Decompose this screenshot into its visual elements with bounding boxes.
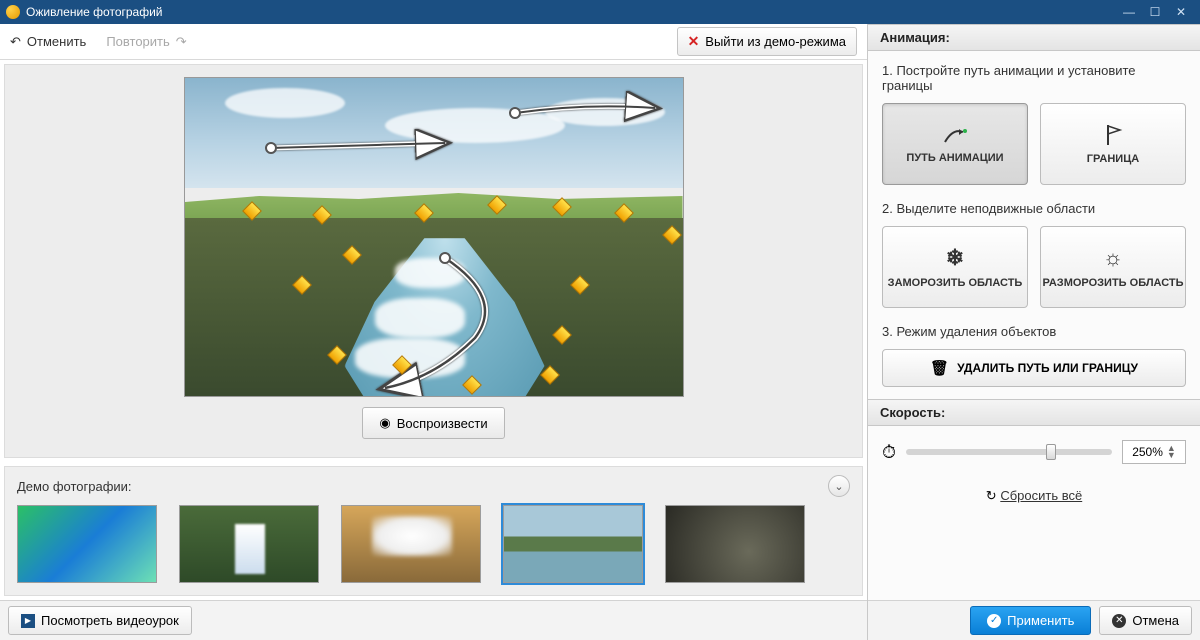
exit-demo-button[interactable]: ✕ Выйти из демо-режима	[677, 27, 857, 56]
tutorial-label: Посмотреть видеоурок	[41, 613, 179, 628]
step1-label: 1. Постройте путь анимации и установите …	[882, 63, 1186, 93]
trash-icon: 🗑	[930, 359, 949, 377]
cancel-button[interactable]: ✕ Отмена	[1099, 606, 1192, 635]
border-button[interactable]: ГРАНИЦА	[1040, 103, 1186, 185]
play-icon: ◉	[379, 415, 390, 431]
close-button[interactable]: ✕	[1168, 2, 1194, 22]
undo-label: Отменить	[27, 34, 86, 49]
path-node[interactable]	[439, 252, 451, 264]
demo-thumb[interactable]	[503, 505, 643, 583]
speed-panel-header: Скорость:	[868, 399, 1200, 426]
demo-photos-section: Демо фотографии: ⌄	[4, 466, 863, 596]
speed-slider[interactable]	[906, 449, 1112, 455]
redo-icon: ↷	[176, 34, 187, 50]
step3-label: 3. Режим удаления объектов	[882, 324, 1186, 339]
animation-panel-header: Анимация:	[868, 24, 1200, 51]
demo-label: Демо фотографии:	[17, 479, 828, 494]
cancel-label: Отмена	[1132, 613, 1179, 628]
check-icon: ✓	[987, 614, 1001, 628]
unfreeze-button[interactable]: ☼ РАЗМОРОЗИТЬ ОБЛАСТЬ	[1040, 226, 1186, 308]
animation-path-button[interactable]: ПУТЬ АНИМАЦИИ	[882, 103, 1028, 185]
path-node[interactable]	[265, 142, 277, 154]
toolbar: ↶ Отменить Повторить ↷ ✕ Выйти из демо-р…	[0, 24, 867, 60]
demo-thumb[interactable]	[17, 505, 157, 583]
cancel-icon: ✕	[1112, 614, 1126, 628]
minimize-button[interactable]: —	[1116, 2, 1142, 22]
border-btn-label: ГРАНИЦА	[1087, 153, 1139, 165]
delete-label: УДАЛИТЬ ПУТЬ ИЛИ ГРАНИЦУ	[957, 361, 1138, 375]
apply-button[interactable]: ✓ Применить	[970, 606, 1091, 635]
bottom-bar: ▶ Посмотреть видеоурок	[0, 600, 867, 640]
photo-canvas[interactable]	[184, 77, 684, 397]
speed-value: 250%	[1132, 445, 1163, 459]
apply-label: Применить	[1007, 613, 1074, 628]
play-button[interactable]: ◉ Воспроизвести	[362, 407, 504, 439]
undo-button[interactable]: ↶ Отменить	[10, 34, 86, 50]
unfreeze-label: РАЗМОРОЗИТЬ ОБЛАСТЬ	[1042, 277, 1183, 289]
reset-link[interactable]: Сбросить всё	[1000, 488, 1082, 503]
reset-icon: ↻	[986, 488, 997, 503]
chevron-down-icon: ⌄	[834, 480, 843, 493]
speed-icon: ⏱	[882, 442, 896, 463]
redo-button[interactable]: Повторить ↷	[106, 34, 186, 50]
video-icon: ▶	[21, 614, 35, 628]
step2-label: 2. Выделите неподвижные области	[882, 201, 1186, 216]
spinner-arrows[interactable]: ▲▼	[1167, 445, 1176, 459]
flag-icon	[1102, 123, 1124, 147]
close-icon: ✕	[688, 33, 700, 50]
path-btn-label: ПУТЬ АНИМАЦИИ	[906, 152, 1003, 164]
redo-label: Повторить	[106, 34, 169, 49]
demo-thumb[interactable]	[341, 505, 481, 583]
canvas-area: ◉ Воспроизвести	[4, 64, 863, 458]
exit-demo-label: Выйти из демо-режима	[705, 34, 846, 49]
maximize-button[interactable]: ☐	[1142, 2, 1168, 22]
undo-icon: ↶	[10, 34, 21, 50]
delete-path-button[interactable]: 🗑 УДАЛИТЬ ПУТЬ ИЛИ ГРАНИЦУ	[882, 349, 1186, 387]
tutorial-button[interactable]: ▶ Посмотреть видеоурок	[8, 606, 192, 635]
speed-value-input[interactable]: 250% ▲▼	[1122, 440, 1186, 464]
app-icon	[6, 5, 20, 19]
snowflake-icon: ❄	[946, 245, 964, 271]
collapse-button[interactable]: ⌄	[828, 475, 850, 497]
demo-thumb[interactable]	[179, 505, 319, 583]
titlebar: Оживление фотографий — ☐ ✕	[0, 0, 1200, 24]
freeze-button[interactable]: ❄ ЗАМОРОЗИТЬ ОБЛАСТЬ	[882, 226, 1028, 308]
window-title: Оживление фотографий	[26, 5, 1116, 19]
path-icon	[941, 124, 969, 146]
demo-thumb[interactable]	[665, 505, 805, 583]
freeze-label: ЗАМОРОЗИТЬ ОБЛАСТЬ	[888, 277, 1023, 289]
play-label: Воспроизвести	[397, 416, 488, 431]
sun-icon: ☼	[1103, 245, 1123, 271]
path-node[interactable]	[509, 107, 521, 119]
